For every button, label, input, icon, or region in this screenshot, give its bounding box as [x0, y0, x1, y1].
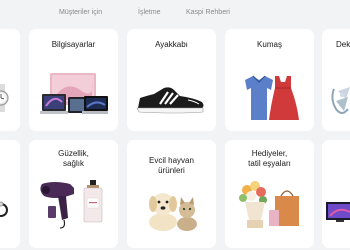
gifts-icon: [235, 180, 305, 230]
hairdryer-perfume-icon: [38, 178, 110, 230]
pets-icon: [145, 188, 201, 232]
category-card-shoes[interactable]: Ayakkabı: [127, 29, 216, 131]
nav-link-business[interactable]: İşletme: [138, 9, 161, 16]
computers-icon: [40, 72, 108, 122]
category-card-beauty[interactable]: Güzellik, sağlık: [29, 140, 118, 248]
sneaker-icon: [136, 84, 206, 114]
category-label: Kumaş: [257, 40, 282, 49]
category-label: Ayakkabı: [155, 40, 188, 49]
category-label-line2: ürünleri: [158, 166, 185, 175]
tv-icon: [326, 202, 350, 226]
top-nav: Müşteriler için İşletme Kaspi Rehberi: [0, 0, 350, 28]
category-card-fabric[interactable]: Kumaş: [225, 29, 314, 131]
decor-icon: [328, 79, 350, 119]
category-card-decor[interactable]: Dek: [322, 29, 350, 131]
watch-icon: [0, 84, 12, 112]
category-card-jewelry[interactable]: [0, 140, 20, 248]
clothing-icon: [239, 74, 299, 124]
nav-link-guide[interactable]: Kaspi Rehberi: [186, 9, 230, 16]
category-label: Dek: [336, 40, 350, 49]
category-card-pets[interactable]: Evcil hayvan ürünleri: [127, 140, 216, 248]
category-card-computers[interactable]: Bilgisayarlar: [29, 29, 118, 131]
nav-link-customers[interactable]: Müşteriler için: [59, 9, 102, 16]
category-card-gifts[interactable]: Hediyeler, tatil eşyaları: [225, 140, 314, 248]
category-label-line1: Güzellik,: [58, 149, 89, 158]
ring-icon: [0, 200, 12, 220]
category-card-watches[interactable]: [0, 29, 20, 131]
category-card-electronics[interactable]: [322, 140, 350, 248]
category-label-line1: Evcil hayvan: [149, 156, 194, 165]
category-label: Bilgisayarlar: [51, 40, 96, 49]
category-label-line1: Hediyeler,: [251, 149, 288, 158]
category-label-line2: sağlık: [63, 159, 84, 168]
category-label-line2: tatil eşyaları: [248, 159, 291, 168]
